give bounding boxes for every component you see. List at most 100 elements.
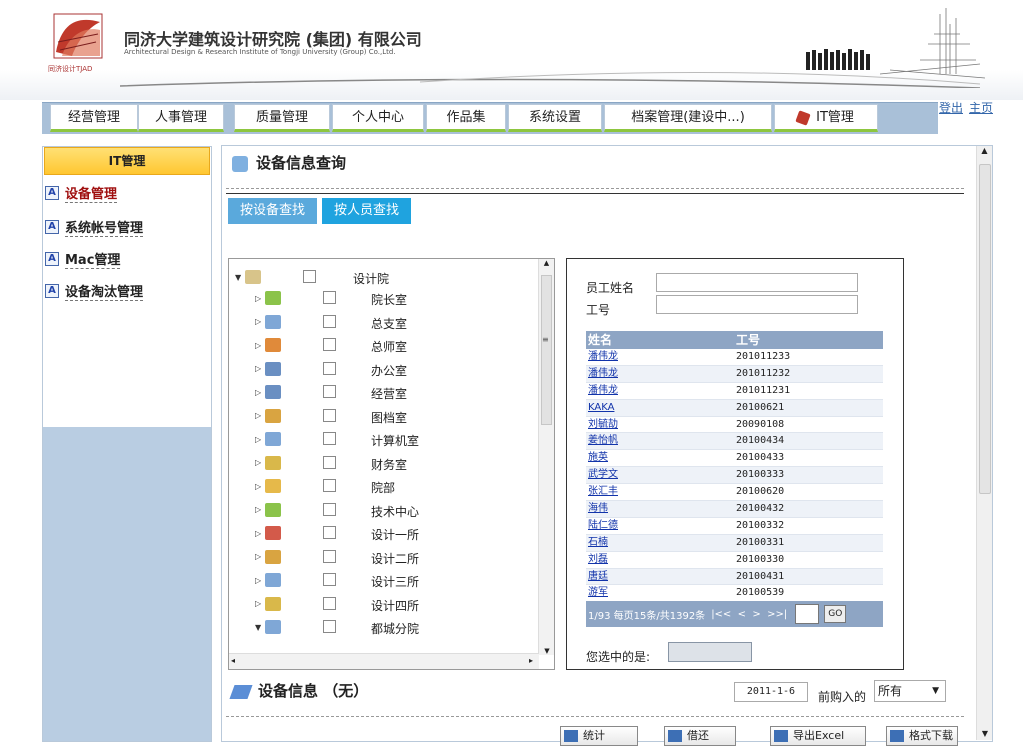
employee-name-link[interactable]: 武学文 xyxy=(586,467,736,483)
tree-node[interactable]: ▷ xyxy=(255,523,281,543)
tab-search-by-person[interactable]: 按人员查找 xyxy=(322,198,412,224)
tree-hscrollbar[interactable]: ◂ ▸ xyxy=(229,653,539,669)
collapsed-icon[interactable]: ▷ xyxy=(255,529,265,538)
scroll-down-icon[interactable]: ▼ xyxy=(977,729,993,738)
table-row[interactable]: 潘伟龙 201011231 xyxy=(586,382,883,400)
table-row[interactable]: 施英 20100433 xyxy=(586,450,883,468)
tree-node[interactable]: ▷ xyxy=(255,570,281,590)
main-scrollbar[interactable]: ▲ ▼ xyxy=(976,146,992,740)
sidebar-item-mac[interactable]: A Mac管理 xyxy=(45,249,121,269)
tree-checkbox[interactable] xyxy=(323,596,336,610)
employee-name-link[interactable]: 施英 xyxy=(586,450,736,466)
home-link[interactable]: 主页 xyxy=(969,101,993,115)
tree-node[interactable]: ▷ xyxy=(255,359,281,379)
table-row[interactable]: 陆仁德 20100332 xyxy=(586,517,883,535)
table-row[interactable]: 刘磊 20100330 xyxy=(586,551,883,569)
tab-personal[interactable]: 个人中心 xyxy=(332,104,424,132)
collapsed-icon[interactable]: ▷ xyxy=(255,599,265,608)
tree-checkbox[interactable] xyxy=(323,291,336,304)
employee-name-link[interactable]: 潘伟龙 xyxy=(586,366,736,382)
expanded-icon[interactable]: ▼ xyxy=(255,623,265,632)
collapsed-icon[interactable]: ▷ xyxy=(255,411,265,420)
pager-nav[interactable]: |<< < > >>| xyxy=(711,609,787,620)
collapsed-icon[interactable]: ▷ xyxy=(255,435,265,444)
tab-archive[interactable]: 档案管理(建设中...) xyxy=(604,104,772,132)
tree-node[interactable]: ▷ xyxy=(255,335,281,355)
scroll-thumb[interactable] xyxy=(541,275,552,425)
sidebar-item-retire[interactable]: A 设备淘汰管理 xyxy=(45,281,144,301)
table-row[interactable]: 姜怡帆 20100434 xyxy=(586,433,883,451)
tab-search-by-device[interactable]: 按设备查找 xyxy=(228,198,318,224)
tree-scrollbar[interactable]: ▲ ≡ ▼ xyxy=(538,259,554,655)
collapsed-icon[interactable]: ▷ xyxy=(255,552,265,561)
table-row[interactable]: KAKA 20100621 xyxy=(586,399,883,417)
employee-name-link[interactable]: 刘毓劼 xyxy=(586,417,736,433)
tab-hr[interactable]: 人事管理 xyxy=(138,104,224,132)
tree-checkbox[interactable] xyxy=(323,432,336,445)
table-row[interactable]: 武学文 20100333 xyxy=(586,467,883,485)
employee-name-link[interactable]: 石楠 xyxy=(586,535,736,551)
tree-checkbox[interactable] xyxy=(323,479,336,492)
export-excel-button[interactable]: 导出Excel xyxy=(770,726,866,746)
collapsed-icon[interactable]: ▷ xyxy=(255,341,265,350)
tree-checkbox[interactable] xyxy=(323,502,336,516)
collapsed-icon[interactable]: ▷ xyxy=(255,576,265,585)
tree-checkbox[interactable] xyxy=(323,573,336,586)
collapsed-icon[interactable]: ▷ xyxy=(255,294,265,303)
collapsed-icon[interactable]: ▷ xyxy=(255,317,265,326)
borrow-return-button[interactable]: 借还 xyxy=(664,726,736,746)
tree-checkbox[interactable] xyxy=(303,270,316,283)
collapsed-icon[interactable]: ▷ xyxy=(255,364,265,373)
collapsed-icon[interactable]: ▷ xyxy=(255,458,265,467)
table-row[interactable]: 石楠 20100331 xyxy=(586,534,883,552)
employee-name-link[interactable]: 海伟 xyxy=(586,501,736,517)
tree-checkbox[interactable] xyxy=(323,385,336,398)
employee-name-link[interactable]: 张汇丰 xyxy=(586,484,736,500)
employee-name-link[interactable]: 潘伟龙 xyxy=(586,383,736,399)
tree-checkbox[interactable] xyxy=(323,526,336,539)
collapsed-icon[interactable]: ▷ xyxy=(255,388,265,397)
employee-name-link[interactable]: 游军 xyxy=(586,585,736,601)
table-row[interactable]: 游军 20100539 xyxy=(586,585,883,603)
tree-checkbox[interactable] xyxy=(323,549,336,563)
employee-name-link[interactable]: 潘伟龙 xyxy=(586,349,736,365)
tree-node-root[interactable]: ▼ xyxy=(235,267,261,287)
expanded-icon[interactable]: ▼ xyxy=(235,273,245,282)
stats-button[interactable]: 统计 xyxy=(560,726,638,746)
filter-select[interactable]: 所有 ▼ xyxy=(874,680,946,702)
date-input[interactable]: 2011-1-6 xyxy=(734,682,808,702)
tree-checkbox[interactable] xyxy=(323,408,336,422)
collapsed-icon[interactable]: ▷ xyxy=(255,482,265,491)
tab-portfolio[interactable]: 作品集 xyxy=(426,104,506,132)
tree-checkbox[interactable] xyxy=(323,455,336,469)
tab-quality[interactable]: 质量管理 xyxy=(234,104,330,132)
table-row[interactable]: 海伟 20100432 xyxy=(586,501,883,518)
tree-node[interactable]: ▷ xyxy=(255,547,281,567)
table-row[interactable]: 潘伟龙 201011233 xyxy=(586,349,883,366)
tree-node[interactable]: ▷ xyxy=(255,453,281,473)
scroll-down-icon[interactable]: ▼ xyxy=(539,647,554,655)
tab-system[interactable]: 系统设置 xyxy=(508,104,602,132)
tree-node[interactable]: ▷ xyxy=(255,288,281,308)
employee-name-link[interactable]: KAKA xyxy=(586,400,736,416)
go-button[interactable]: GO xyxy=(824,605,847,623)
scroll-up-icon[interactable]: ▲ xyxy=(977,146,992,155)
tree-node[interactable]: ▷ xyxy=(255,594,281,614)
tree-checkbox[interactable] xyxy=(323,361,336,375)
table-row[interactable]: 张汇丰 20100620 xyxy=(586,484,883,502)
employee-name-link[interactable]: 陆仁德 xyxy=(586,518,736,534)
collapsed-icon[interactable]: ▷ xyxy=(255,505,265,514)
employee-name-input[interactable] xyxy=(656,273,858,292)
tree-node[interactable]: ▼ xyxy=(255,617,281,637)
sidebar-item-account[interactable]: A 系统帐号管理 xyxy=(45,217,144,237)
employee-name-link[interactable]: 姜怡帆 xyxy=(586,433,736,449)
tab-business[interactable]: 经营管理 xyxy=(50,104,138,132)
tab-it[interactable]: IT管理 xyxy=(774,104,878,132)
table-row[interactable]: 唐廷 20100431 xyxy=(586,568,883,586)
sidebar-item-device[interactable]: A 设备管理 xyxy=(45,183,118,203)
tree-node[interactable]: ▷ xyxy=(255,312,281,332)
table-row[interactable]: 潘伟龙 201011232 xyxy=(586,365,883,383)
page-input[interactable] xyxy=(795,604,820,624)
table-row[interactable]: 刘毓劼 20090108 xyxy=(586,416,883,434)
tree-checkbox[interactable] xyxy=(323,620,336,633)
